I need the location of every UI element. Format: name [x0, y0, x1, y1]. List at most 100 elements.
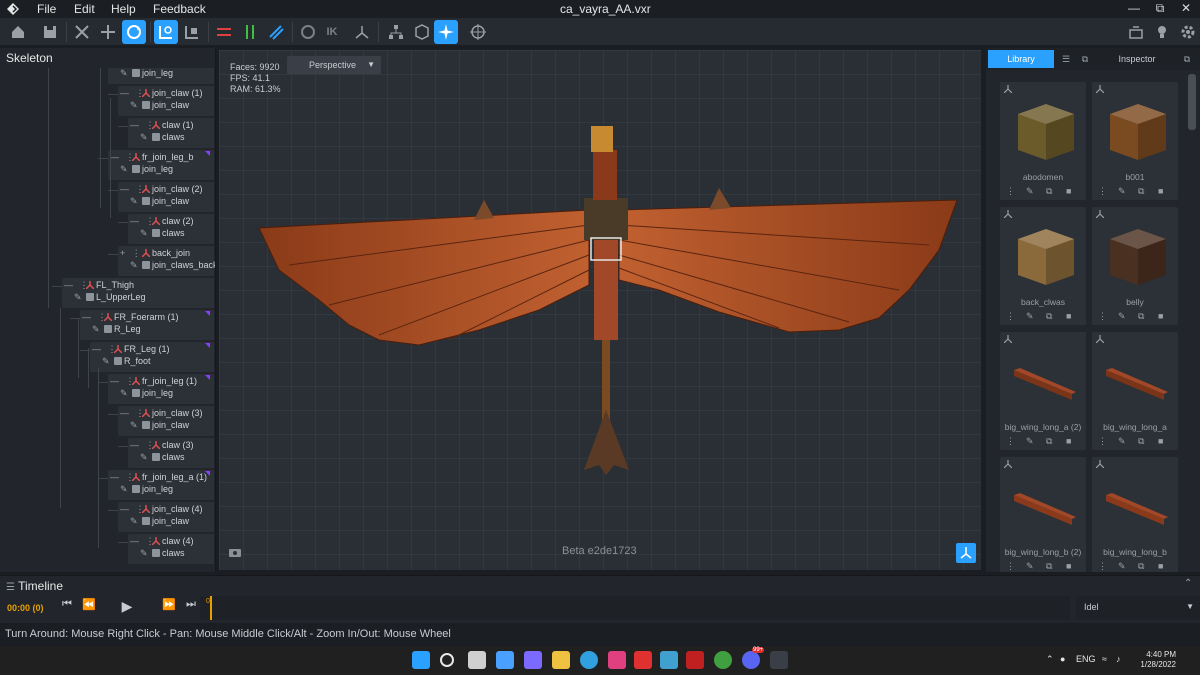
- library-item[interactable]: abodomen ⋮ ✎ ⧉ ■: [1000, 82, 1086, 200]
- vxr-app-icon[interactable]: [770, 651, 788, 669]
- edit-icon[interactable]: ✎: [1026, 561, 1034, 572]
- axis-gizmo-button[interactable]: [956, 543, 976, 563]
- expand-icon[interactable]: + ⋮: [120, 248, 143, 259]
- more-icon[interactable]: ⋮: [1098, 561, 1107, 572]
- edit-icon[interactable]: ✎: [1118, 561, 1126, 572]
- skeleton-node[interactable]: — ⋮ ✎ claw (2) claws: [128, 214, 214, 244]
- skeleton-node[interactable]: + ⋮ ✎ back_join join_claws_back: [118, 246, 215, 276]
- duplicate-icon[interactable]: ⧉: [1138, 311, 1144, 322]
- task-view-icon[interactable]: [468, 651, 486, 669]
- edit-icon[interactable]: ✎: [74, 292, 82, 303]
- reset-button[interactable]: [296, 20, 320, 44]
- skeleton-node[interactable]: — ⋮ ✎ fr_join_leg (1) join_leg: [108, 374, 214, 404]
- mirror-z-button[interactable]: [264, 20, 288, 44]
- popout-icon[interactable]: ⧉: [1180, 50, 1194, 68]
- joint-button[interactable]: [350, 20, 374, 44]
- edit-icon[interactable]: ✎: [130, 260, 138, 271]
- animation-select[interactable]: Idel ▼: [1076, 596, 1200, 620]
- 3d-viewport[interactable]: Faces: 9920 FPS: 41.1 RAM: 61.3% Perspec…: [219, 50, 981, 570]
- delete-icon[interactable]: ■: [1158, 186, 1163, 196]
- scale-tool-button[interactable]: [70, 20, 94, 44]
- timeline-track[interactable]: [200, 596, 1070, 620]
- projection-dropdown[interactable]: Perspective ▼: [287, 56, 381, 74]
- discord-icon[interactable]: 99+: [742, 647, 765, 669]
- start-icon[interactable]: [412, 651, 430, 669]
- prev-frame-button[interactable]: ⏪: [80, 598, 98, 616]
- mesh-button[interactable]: [410, 20, 434, 44]
- edit-icon[interactable]: ✎: [140, 228, 148, 239]
- edit-icon[interactable]: ✎: [120, 388, 128, 399]
- library-item[interactable]: big_wing_long_b ⋮ ✎ ⧉ ■: [1092, 457, 1178, 572]
- delete-icon[interactable]: ■: [1066, 311, 1071, 321]
- duplicate-icon[interactable]: ⧉: [1046, 311, 1052, 322]
- menu-file[interactable]: File: [37, 2, 56, 16]
- edit-icon[interactable]: ✎: [92, 324, 100, 335]
- wifi-icon[interactable]: ≈: [1102, 654, 1107, 664]
- edit-icon[interactable]: ✎: [130, 516, 138, 527]
- search-icon[interactable]: [440, 653, 454, 667]
- rotate-tool-button[interactable]: [122, 20, 146, 44]
- next-frame-button[interactable]: ⏩: [160, 598, 178, 616]
- edit-icon[interactable]: ✎: [140, 132, 148, 143]
- target-button[interactable]: [466, 20, 490, 44]
- file-explorer-icon[interactable]: [552, 651, 570, 669]
- library-scrollbar[interactable]: [1188, 74, 1196, 130]
- delete-icon[interactable]: ■: [1066, 186, 1071, 196]
- delete-icon[interactable]: ■: [1158, 561, 1163, 571]
- edit-icon[interactable]: ✎: [120, 484, 128, 495]
- library-item[interactable]: back_clwas ⋮ ✎ ⧉ ■: [1000, 207, 1086, 325]
- list-view-icon[interactable]: ☰: [1058, 50, 1074, 68]
- skeleton-node[interactable]: — ⋮ ✎ join_claw (4) join_claw: [118, 502, 214, 532]
- duplicate-icon[interactable]: ⧉: [1046, 561, 1052, 572]
- skeleton-node[interactable]: — ⋮ ✎ claw (1) claws: [128, 118, 214, 148]
- pivot-button[interactable]: [434, 20, 458, 44]
- library-item[interactable]: big_wing_long_a ⋮ ✎ ⧉ ■: [1092, 332, 1178, 450]
- delete-icon[interactable]: ■: [1066, 561, 1071, 571]
- skeleton-node[interactable]: — ⋮ ✎ join_claw (2) join_claw: [118, 182, 214, 212]
- more-icon[interactable]: ⋮: [1006, 311, 1015, 322]
- export-button[interactable]: [1124, 20, 1148, 44]
- library-item[interactable]: belly ⋮ ✎ ⧉ ■: [1092, 207, 1178, 325]
- duplicate-icon[interactable]: ⧉: [1138, 186, 1144, 197]
- chat-icon[interactable]: [524, 651, 542, 669]
- edit-icon[interactable]: ✎: [140, 548, 148, 559]
- delete-icon[interactable]: ■: [1066, 436, 1071, 446]
- mirror-y-button[interactable]: [238, 20, 262, 44]
- ik-button[interactable]: IK: [320, 20, 344, 44]
- edit-icon[interactable]: ✎: [130, 196, 138, 207]
- tray-lang[interactable]: ENG: [1076, 654, 1096, 664]
- library-item[interactable]: big_wing_long_a (2) ⋮ ✎ ⧉ ■: [1000, 332, 1086, 450]
- skeleton-node[interactable]: — ⋮ ✎ join_claw (1) join_claw: [118, 86, 214, 116]
- more-icon[interactable]: ⋮: [1098, 186, 1107, 197]
- hierarchy-button[interactable]: [384, 20, 408, 44]
- save-button[interactable]: [38, 20, 62, 44]
- duplicate-icon[interactable]: ⧉: [1138, 561, 1144, 572]
- edge-icon[interactable]: [580, 651, 598, 669]
- store-icon[interactable]: [608, 651, 626, 669]
- menu-help[interactable]: Help: [111, 2, 136, 16]
- skeleton-node[interactable]: — ⋮ ✎ claw (3) claws: [128, 438, 214, 468]
- edit-icon[interactable]: ✎: [120, 164, 128, 175]
- more-icon[interactable]: ⋮: [1098, 311, 1107, 322]
- delete-icon[interactable]: ■: [1158, 436, 1163, 446]
- close-icon[interactable]: ✕: [1176, 1, 1196, 17]
- widgets-icon[interactable]: [496, 651, 514, 669]
- edit-icon[interactable]: ✎: [1026, 311, 1034, 322]
- system-clock[interactable]: 4:40 PM 1/28/2022: [1140, 650, 1176, 670]
- edit-icon[interactable]: ✎: [1118, 436, 1126, 447]
- skeleton-node[interactable]: — ⋮ ✎ FR_Leg (1) R_foot: [90, 342, 214, 372]
- global-space-button[interactable]: [154, 20, 178, 44]
- playhead[interactable]: 0: [206, 596, 216, 620]
- skeleton-node[interactable]: — ⋮ ✎ fr_join_leg_b join_leg: [108, 150, 214, 180]
- menu-feedback[interactable]: Feedback: [153, 2, 206, 16]
- more-icon[interactable]: ⋮: [1006, 561, 1015, 572]
- edit-icon[interactable]: ✎: [130, 100, 138, 111]
- chrome-icon[interactable]: [714, 651, 732, 669]
- duplicate-icon[interactable]: ⧉: [1138, 436, 1144, 447]
- local-space-button[interactable]: [180, 20, 204, 44]
- collapse-icon[interactable]: ⌃: [1184, 578, 1192, 589]
- move-tool-button[interactable]: [96, 20, 120, 44]
- play-button[interactable]: ▶: [118, 598, 136, 616]
- tab-inspector[interactable]: Inspector: [1098, 50, 1176, 68]
- mcafee-icon[interactable]: [686, 651, 704, 669]
